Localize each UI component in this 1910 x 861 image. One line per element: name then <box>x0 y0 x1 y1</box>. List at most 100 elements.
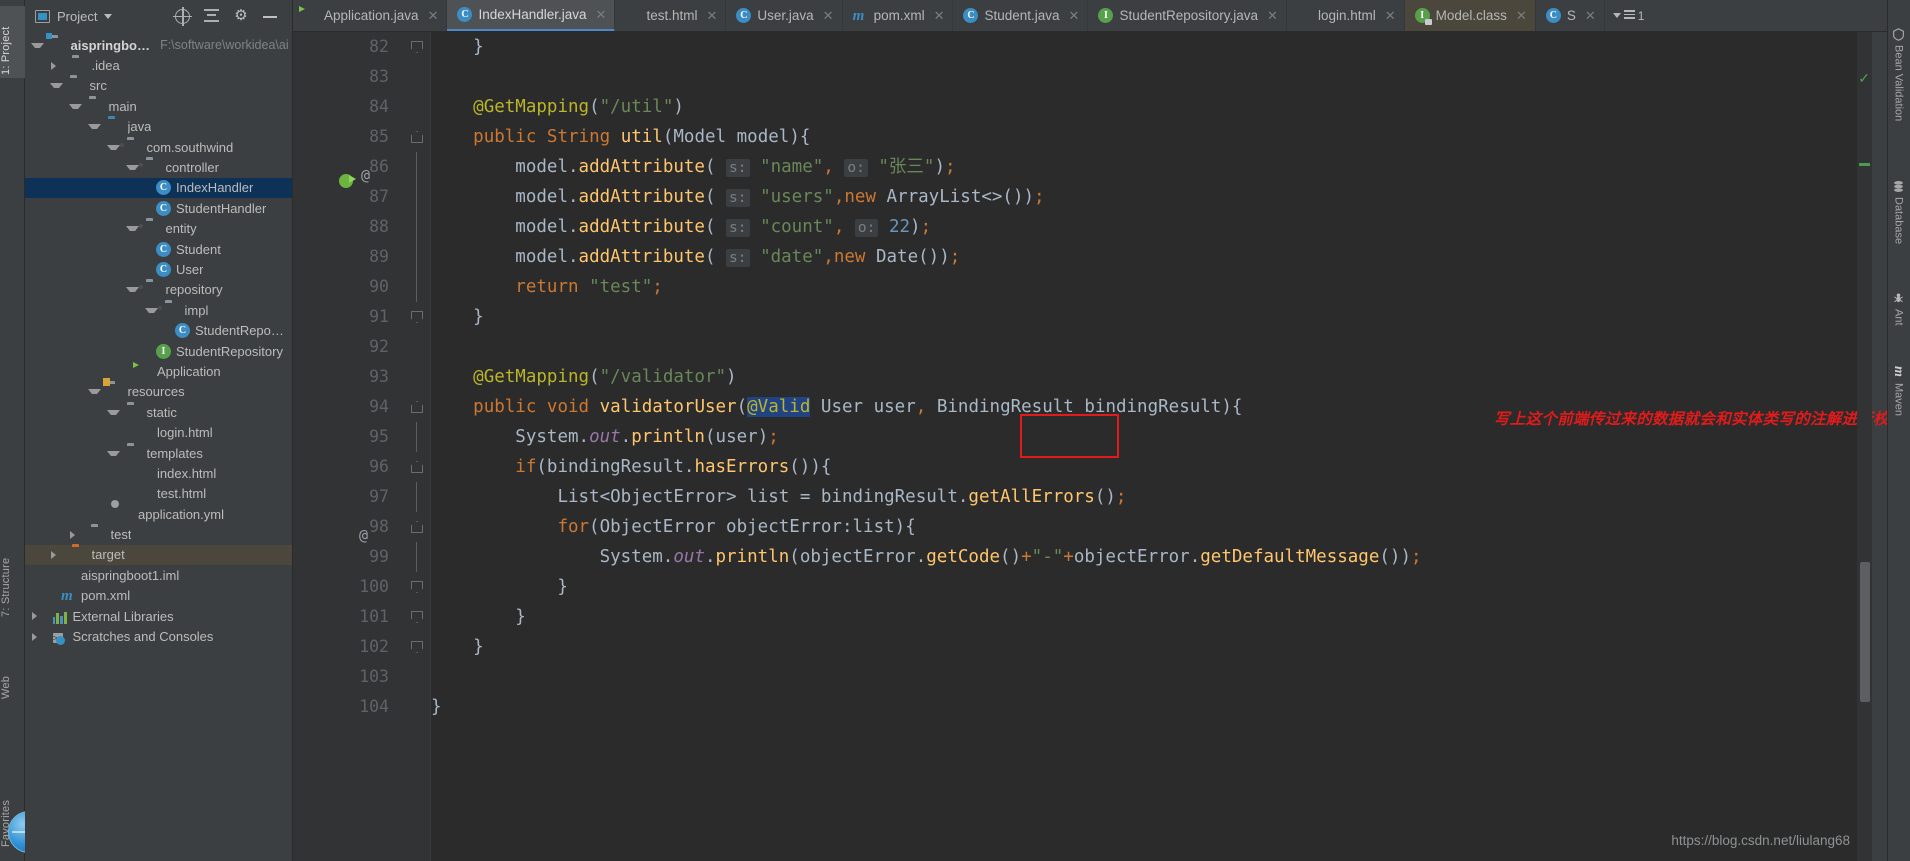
code-line[interactable]: for(ObjectError objectError:list){ <box>431 512 1872 542</box>
close-icon[interactable]: ✕ <box>1585 8 1596 24</box>
code-line[interactable]: public String util(Model model){ <box>431 122 1872 152</box>
code-editor[interactable]: 82 83 84 85 86 87 88 89 90 91 92 93 94 95 96 97 98 99 100 1… <box>293 32 1905 861</box>
annotation-gutter-icon[interactable]: @ <box>359 520 368 550</box>
code-line[interactable]: } <box>431 32 1872 62</box>
tree-item-repository[interactable]: repository <box>25 280 292 300</box>
left-tab-project[interactable]: 1: Project <box>0 6 25 78</box>
code-line[interactable]: model.addAttribute( s: "users",new Array… <box>431 182 1872 212</box>
close-icon[interactable]: ✕ <box>428 8 439 24</box>
collapse-all-icon[interactable] <box>204 9 219 23</box>
code-line[interactable] <box>431 662 1872 692</box>
code-line[interactable]: model.addAttribute( s: "date",new Date()… <box>431 242 1872 272</box>
code-line[interactable]: model.addAttribute( s: "count", o: 22); <box>431 212 1872 242</box>
code-line[interactable]: } <box>431 602 1872 632</box>
right-tab-bean-validation[interactable]: Bean Validation <box>1887 24 1910 164</box>
chevron-right-icon[interactable] <box>51 550 64 559</box>
tab-overflow-button[interactable]: 1 <box>1605 0 1653 31</box>
code-line[interactable]: model.addAttribute( s: "name", o: "张三"); <box>431 152 1872 182</box>
tree-item-application-yml[interactable]: application.yml <box>25 504 292 524</box>
tree-item-test-html[interactable]: test.html <box>25 484 292 504</box>
chevron-right-icon[interactable] <box>70 530 83 539</box>
hide-icon[interactable] <box>263 9 277 23</box>
code-line[interactable]: } <box>431 692 1872 722</box>
tree-item-entity[interactable]: entity <box>25 219 292 239</box>
code-line[interactable]: @GetMapping("/util") <box>431 92 1872 122</box>
chevron-down-icon[interactable] <box>145 307 158 313</box>
editor-tab-s[interactable]: C S ✕ <box>1536 0 1605 31</box>
fold-marker-start[interactable] <box>411 131 423 143</box>
close-icon[interactable]: ✕ <box>1267 8 1278 24</box>
tree-item-java[interactable]: java <box>25 117 292 137</box>
close-icon[interactable]: ✕ <box>596 7 607 23</box>
chevron-down-icon[interactable] <box>107 409 120 415</box>
editor-tab-model-class[interactable]: I Model.class ✕ <box>1404 0 1536 31</box>
chevron-down-icon[interactable] <box>107 144 120 150</box>
code-line[interactable]: } <box>431 302 1872 332</box>
close-icon[interactable]: ✕ <box>706 8 717 24</box>
close-icon[interactable]: ✕ <box>823 8 834 24</box>
fold-marker-end[interactable] <box>411 41 423 53</box>
tree-item-aispringboot1-iml[interactable]: aispringboot1.iml <box>25 565 292 585</box>
code-line[interactable]: } <box>431 632 1872 662</box>
tree-item-scratches-and-consoles[interactable]: >_ Scratches and Consoles <box>25 626 292 646</box>
chevron-down-icon[interactable] <box>88 389 101 395</box>
chevron-down-icon[interactable] <box>126 226 139 232</box>
left-tab-structure[interactable]: 7: Structure <box>0 532 25 620</box>
code-line[interactable]: System.out.println(objectError.getCode()… <box>431 542 1872 572</box>
code-text-area[interactable]: } @GetMapping("/util") public String uti… <box>431 32 1872 861</box>
tree-item-target[interactable]: target <box>25 544 292 566</box>
fold-gutter[interactable] <box>398 32 431 861</box>
chevron-right-icon[interactable] <box>32 632 45 641</box>
tree-item-resources[interactable]: resources <box>25 382 292 402</box>
close-icon[interactable]: ✕ <box>934 8 945 24</box>
tree-item-src[interactable]: src <box>25 76 292 96</box>
tree-item-com-southwind[interactable]: com.southwind <box>25 137 292 157</box>
code-line[interactable]: List<ObjectError> list = bindingResult.g… <box>431 482 1872 512</box>
chevron-down-icon[interactable] <box>126 287 139 293</box>
scrollbar-thumb[interactable] <box>1860 562 1870 702</box>
tree-item-aispringboot1[interactable]: aispringboot1 F:\software\workidea\ais <box>25 35 292 55</box>
tree-item-student[interactable]: C Student <box>25 239 292 259</box>
right-tab-ant[interactable]: Ant <box>1887 288 1910 348</box>
editor-tab-pom[interactable]: m pom.xml ✕ <box>843 0 954 31</box>
tree-item-templates[interactable]: templates <box>25 443 292 463</box>
project-tree[interactable]: aispringboot1 F:\software\workidea\ais .id… <box>25 32 293 861</box>
chevron-right-icon[interactable] <box>32 612 45 621</box>
fold-marker-end[interactable] <box>411 641 423 653</box>
locate-icon[interactable] <box>173 6 192 26</box>
tree-item-impl[interactable]: impl <box>25 300 292 320</box>
settings-gear-icon[interactable]: ⚙ <box>233 8 249 24</box>
tree-item-application[interactable]: Application <box>25 361 292 381</box>
editor-tab-student[interactable]: C Student.java ✕ <box>953 0 1089 31</box>
tree-item-controller[interactable]: controller <box>25 157 292 177</box>
right-tab-database[interactable]: Database <box>1887 176 1910 276</box>
tree-item-login-html[interactable]: login.html <box>25 422 292 442</box>
chevron-down-icon[interactable] <box>69 103 82 109</box>
fold-marker-end[interactable] <box>411 611 423 623</box>
editor-tab-studentrepository[interactable]: I StudentRepository.java ✕ <box>1088 0 1287 31</box>
fold-marker-end[interactable] <box>411 581 423 593</box>
code-line[interactable]: @GetMapping("/validator") <box>431 362 1872 392</box>
fold-marker-end[interactable] <box>411 311 423 323</box>
editor-tab-user[interactable]: C User.java ✕ <box>726 0 843 31</box>
fold-marker-start[interactable] <box>411 521 423 533</box>
tree-item-main[interactable]: main <box>25 96 292 116</box>
annotation-gutter-icon[interactable]: @ <box>361 160 370 190</box>
chevron-down-icon[interactable] <box>50 83 63 89</box>
editor-tab-indexhandler[interactable]: C IndexHandler.java ✕ <box>447 0 616 31</box>
close-icon[interactable]: ✕ <box>1516 8 1527 24</box>
tree-item-index-html[interactable]: index.html <box>25 463 292 483</box>
chevron-down-icon[interactable] <box>31 42 44 48</box>
fold-marker-start[interactable] <box>411 461 423 473</box>
editor-scrollbar[interactable] <box>1857 32 1872 861</box>
code-line[interactable]: return "test"; <box>431 272 1872 302</box>
right-tab-maven[interactable]: m Maven <box>1887 362 1910 444</box>
chevron-down-icon[interactable] <box>104 13 113 19</box>
tree-item-studentrepositor[interactable]: C StudentRepositor <box>25 320 292 340</box>
tree-item-static[interactable]: static <box>25 402 292 422</box>
close-icon[interactable]: ✕ <box>1385 8 1396 24</box>
run-gutter-icon[interactable] <box>339 174 356 188</box>
code-line[interactable]: } <box>431 572 1872 602</box>
tree-item-studenthandler[interactable]: C StudentHandler <box>25 198 292 218</box>
tree-item-indexhandler[interactable]: C IndexHandler <box>25 177 292 199</box>
